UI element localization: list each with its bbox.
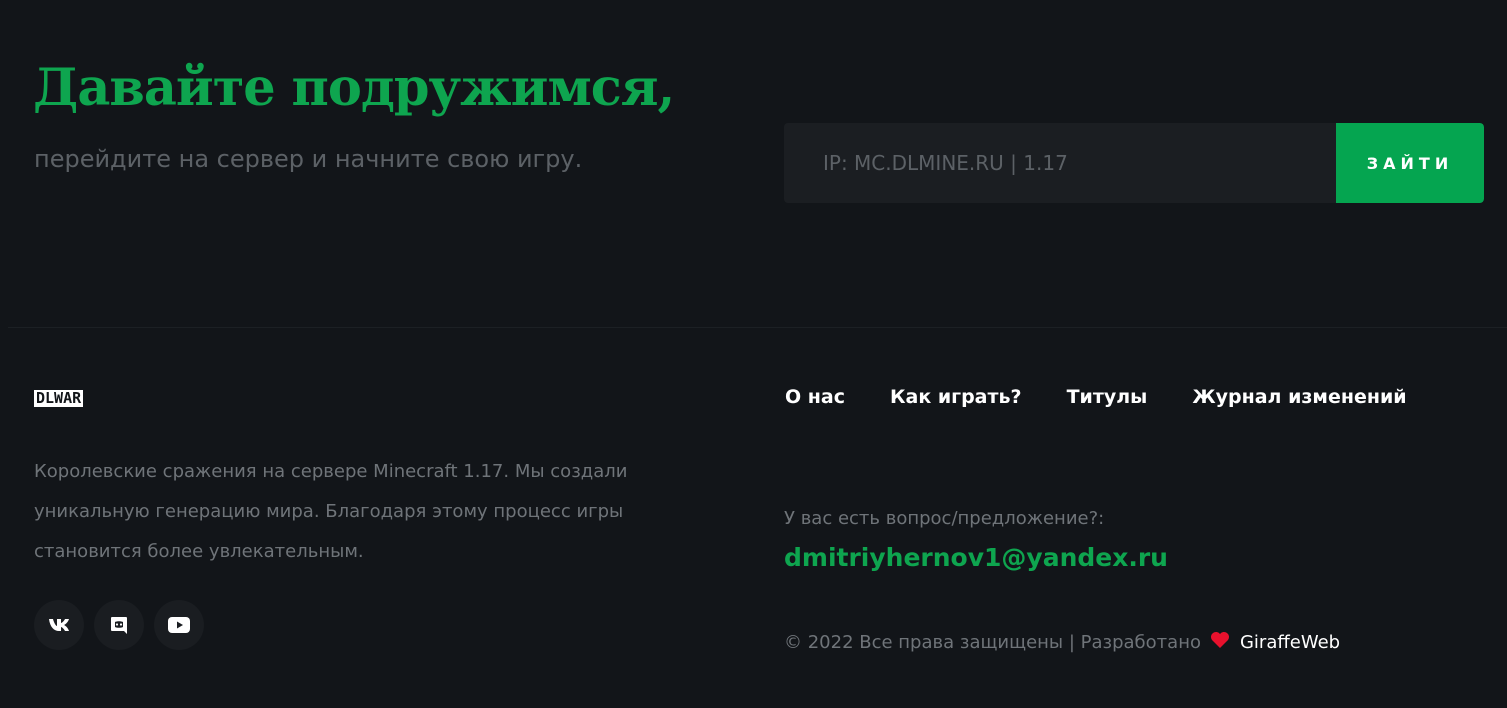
server-ip-text[interactable]: IP: MC.DLMINE.RU | 1.17 <box>784 123 1336 203</box>
footer-divider <box>8 327 1507 328</box>
contact-question: У вас есть вопрос/предложение?: <box>784 508 1105 529</box>
copyright-text: © 2022 Все права защищены | Разработано <box>784 632 1201 653</box>
site-description: Королевские сражения на сервере Minecraf… <box>34 461 628 562</box>
heart-icon <box>1210 631 1230 654</box>
nav-item-about[interactable]: О нас <box>785 386 845 408</box>
contact-email-link[interactable]: dmitriyhernov1@yandex.ru <box>784 543 1168 572</box>
discord-button[interactable] <box>94 600 144 650</box>
youtube-icon <box>168 617 190 633</box>
discord-icon <box>109 615 129 635</box>
nav-item-how-to-play[interactable]: Как играть? <box>890 386 1022 408</box>
developer-link[interactable]: GiraffeWeb <box>1240 632 1340 653</box>
copyright: © 2022 Все права защищены | Разработано … <box>784 631 1340 654</box>
nav-item-titles[interactable]: Титулы <box>1067 386 1148 408</box>
hero-subtitle: перейдите на сервер и начните свою игру. <box>34 145 583 173</box>
footer-nav: О нас Как играть? Титулы Журнал изменени… <box>785 386 1407 408</box>
logo[interactable]: DLWAR <box>34 389 84 407</box>
nav-item-changelog[interactable]: Журнал изменений <box>1192 386 1406 408</box>
vk-icon <box>48 618 70 632</box>
logo-text: DLWAR <box>36 389 82 407</box>
join-button[interactable]: ЗАЙТИ <box>1336 123 1484 203</box>
vk-button[interactable] <box>34 600 84 650</box>
youtube-button[interactable] <box>154 600 204 650</box>
hero-title: Давайте подружимся, <box>33 58 675 118</box>
server-ip-box: IP: MC.DLMINE.RU | 1.17 ЗАЙТИ <box>784 123 1484 203</box>
